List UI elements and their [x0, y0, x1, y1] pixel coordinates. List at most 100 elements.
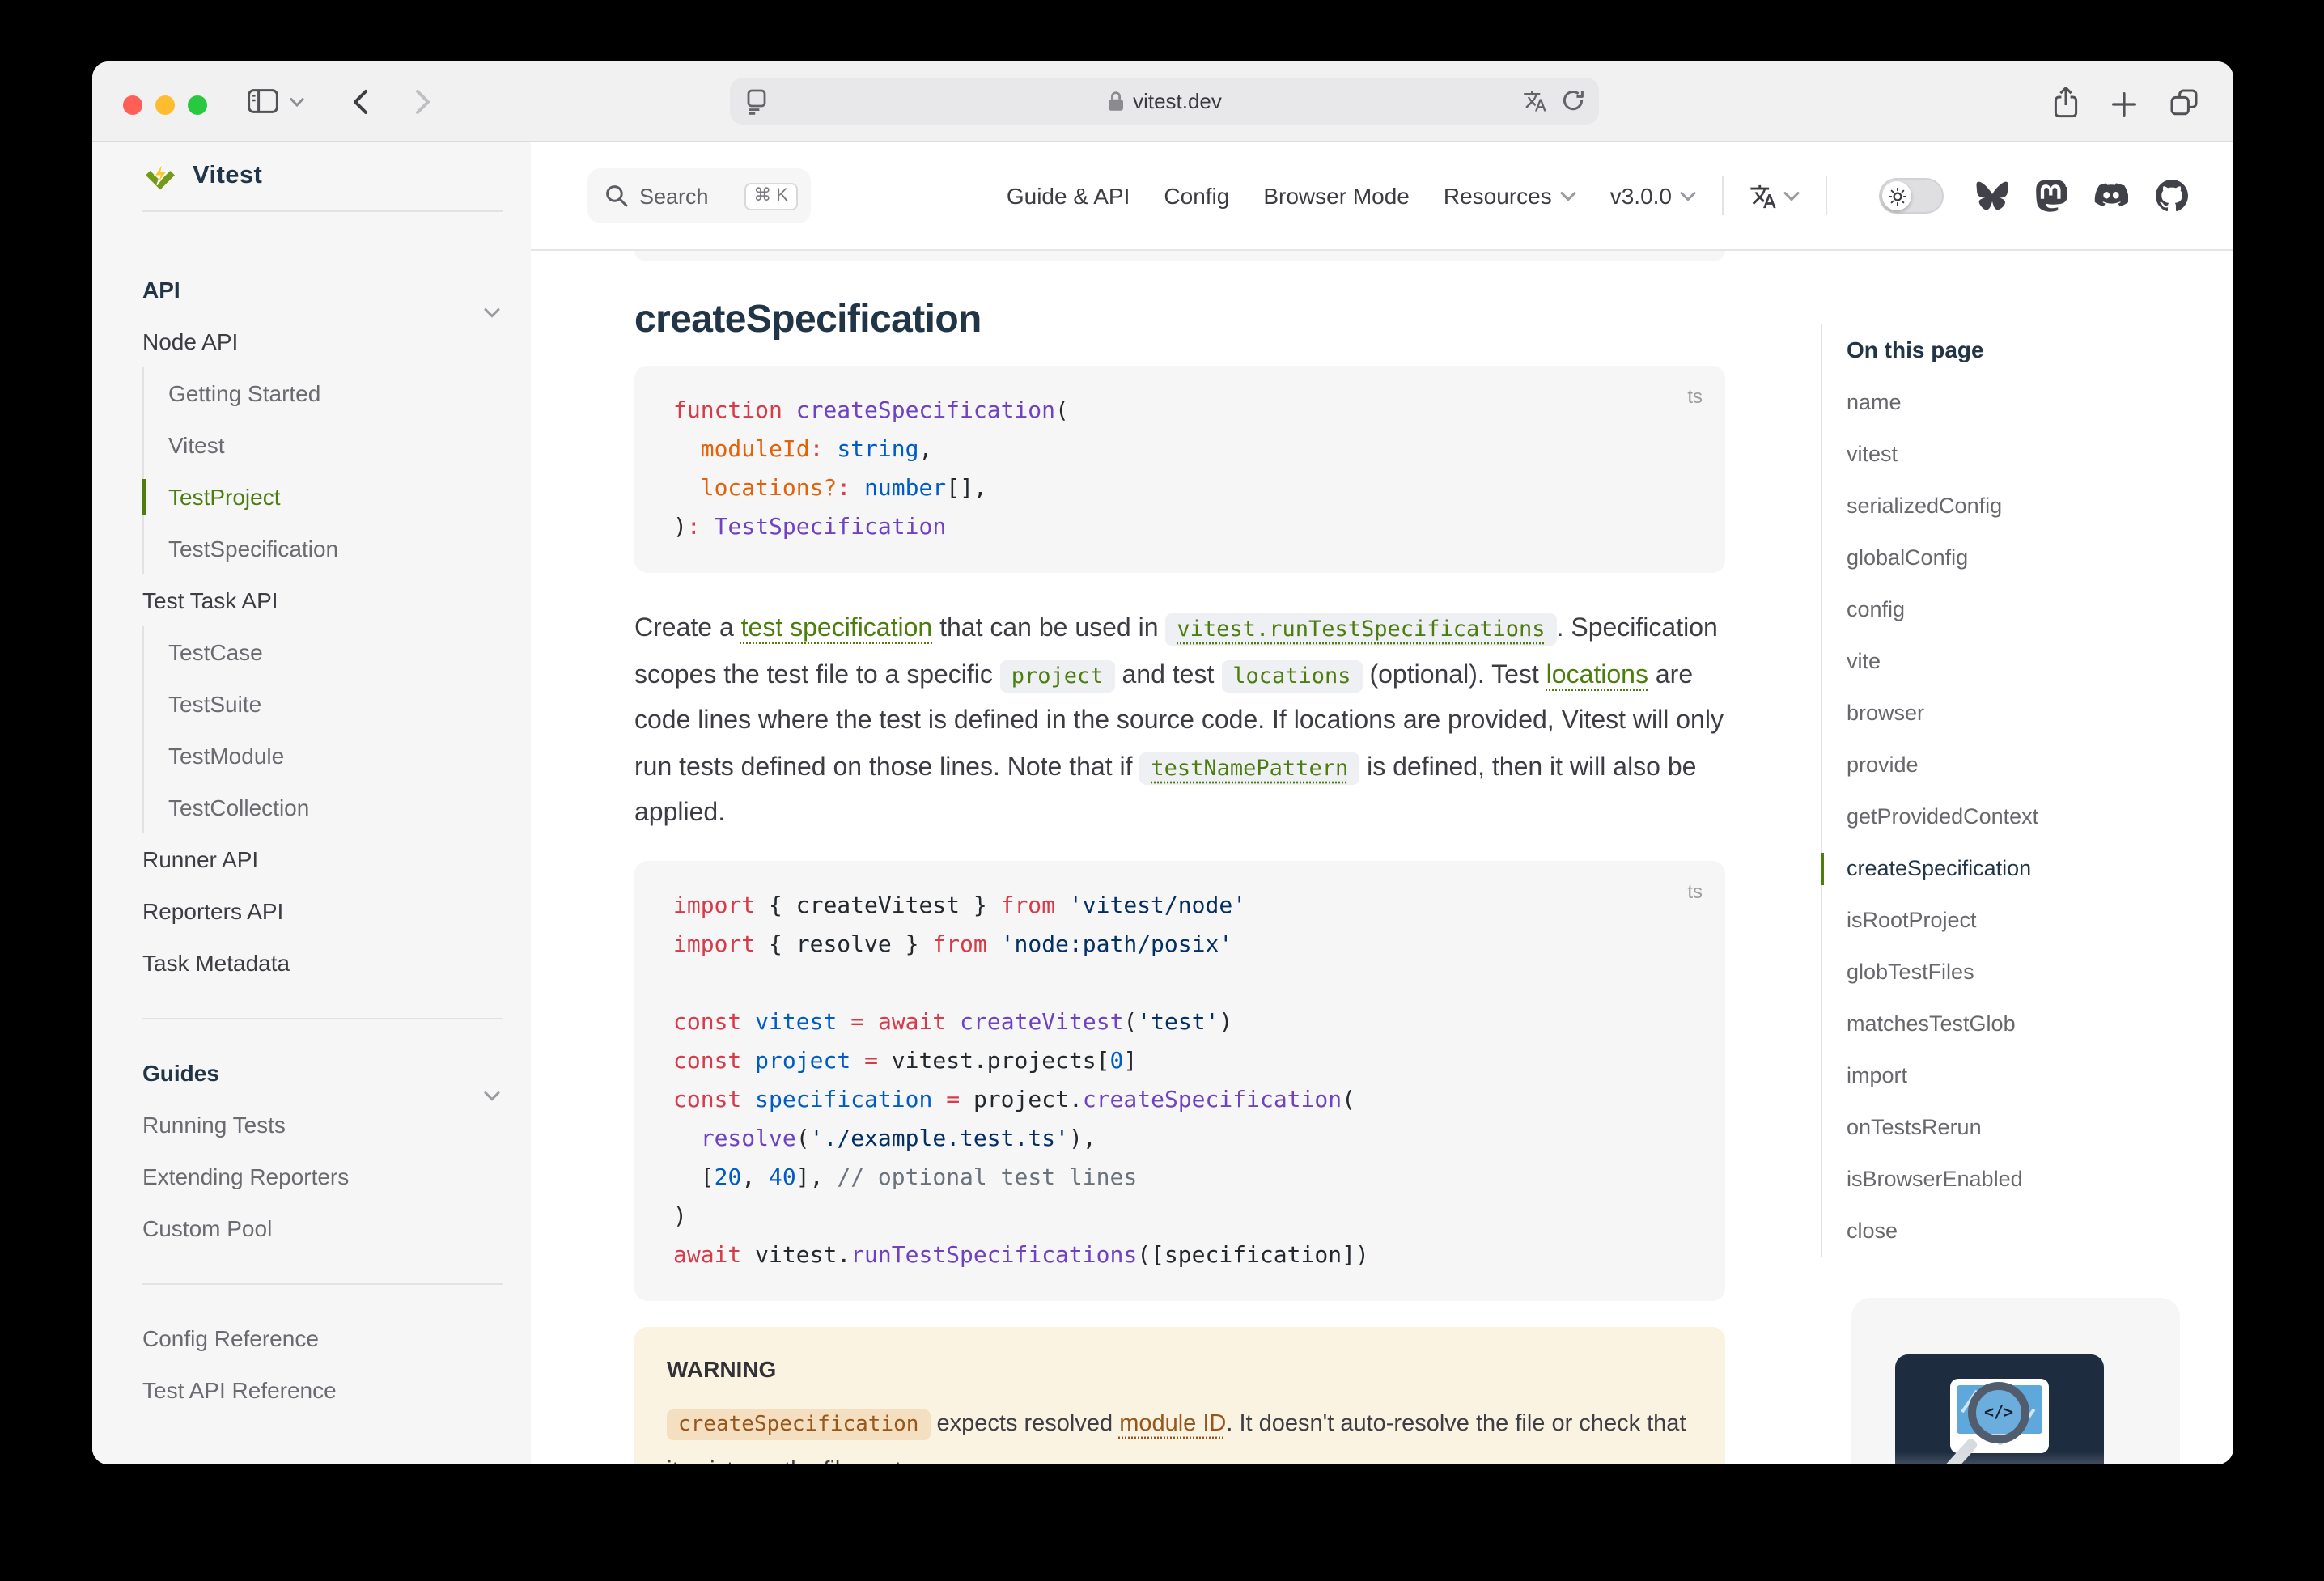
- toc-item-browser[interactable]: browser: [1847, 688, 2201, 740]
- sidebar-section-guides: GuidesRunning TestsExtending ReportersCu…: [142, 1018, 503, 1283]
- sidebar-item-running-tests[interactable]: Running Tests: [142, 1099, 503, 1151]
- mastodon-icon[interactable]: [2036, 180, 2067, 212]
- chevron-down-icon: [1680, 190, 1696, 201]
- bluesky-icon[interactable]: [1976, 181, 2008, 210]
- language-menu-button[interactable]: [1749, 182, 1800, 210]
- toc-item-ontestsrerun[interactable]: onTestsRerun: [1847, 1102, 2201, 1154]
- nav-link-browser-mode[interactable]: Browser Mode: [1263, 183, 1410, 209]
- example-code-block: ts import { createVitest } from 'vitest/…: [634, 861, 1725, 1301]
- toc-item-vite[interactable]: vite: [1847, 636, 2201, 688]
- sidebar-item-reporters-api[interactable]: Reporters API: [142, 885, 503, 937]
- forward-icon[interactable]: [414, 89, 432, 115]
- sidebar-item-config-reference[interactable]: Config Reference: [142, 1312, 503, 1364]
- minimize-window-button[interactable]: [155, 95, 175, 115]
- code-lang-badge: ts: [1687, 377, 1703, 416]
- desktop: vitest.dev: [0, 0, 2324, 1581]
- toc-item-globtestfiles[interactable]: globTestFiles: [1847, 947, 2201, 998]
- toolbar-chevron-down-icon[interactable]: [290, 97, 304, 108]
- toc-item-serializedconfig[interactable]: serializedConfig: [1847, 481, 2201, 532]
- toc-item-matchestestglob[interactable]: matchesTestGlob: [1847, 998, 2201, 1050]
- sidebar-item-getting-started[interactable]: Getting Started: [168, 367, 503, 419]
- theme-toggle[interactable]: [1879, 178, 1944, 214]
- github-icon[interactable]: [2156, 180, 2188, 212]
- language-icon: [1749, 182, 1777, 210]
- sidebar-item-testcase[interactable]: TestCase: [168, 626, 503, 678]
- sidebar-item-node-api[interactable]: Node API: [142, 316, 503, 367]
- nav-link-v3-0-0[interactable]: v3.0.0: [1610, 183, 1696, 209]
- inline-code-link-testnamepattern[interactable]: testNamePattern: [1139, 752, 1359, 785]
- nav-link-config[interactable]: Config: [1164, 183, 1229, 209]
- translate-icon[interactable]: [1523, 89, 1547, 113]
- sidebar-item-testcollection[interactable]: TestCollection: [168, 782, 503, 833]
- sidebar-item-testproject[interactable]: TestProject: [168, 471, 503, 523]
- inline-code-locations[interactable]: locations: [1221, 659, 1362, 692]
- theme-toggle-knob: [1882, 181, 1911, 210]
- chevron-down-icon: [484, 1091, 500, 1102]
- nav-link-resources[interactable]: Resources: [1444, 183, 1576, 209]
- toc-item-config[interactable]: config: [1847, 584, 2201, 636]
- text-run: (optional). Test: [1363, 661, 1546, 689]
- sidebar-item-testmodule[interactable]: TestModule: [168, 730, 503, 782]
- close-window-button[interactable]: [123, 95, 142, 115]
- toc-item-name[interactable]: name: [1847, 377, 2201, 429]
- sidebar-toggle-icon[interactable]: [248, 89, 278, 113]
- inline-link-locations[interactable]: locations: [1546, 661, 1648, 689]
- site-logo[interactable]: Vitest: [142, 142, 503, 212]
- toc-item-isbrowserenabled[interactable]: isBrowserEnabled: [1847, 1154, 2201, 1206]
- inline-code-project[interactable]: project: [1000, 659, 1115, 692]
- nav-link-guide-api[interactable]: Guide & API: [1007, 183, 1130, 209]
- toc-item-isrootproject[interactable]: isRootProject: [1847, 895, 2201, 947]
- new-tab-icon[interactable]: [2112, 92, 2136, 117]
- doc-content: createSpecification ts function createSp…: [634, 251, 1725, 1464]
- site-title: Vitest: [193, 162, 262, 191]
- navbar-divider: [1826, 176, 1827, 215]
- sidebar-item-testsuite[interactable]: TestSuite: [168, 678, 503, 730]
- sidebar-item-test-api-reference[interactable]: Test API Reference: [142, 1364, 503, 1416]
- on-this-page: On this page namevitestserializedConfigg…: [1821, 324, 2201, 1257]
- inline-code-link-vitest-runtestspecifications[interactable]: vitest.runTestSpecifications: [1165, 613, 1556, 646]
- inline-link-test-specification[interactable]: test specification: [741, 615, 933, 642]
- sidebar-item-extending-reporters[interactable]: Extending Reporters: [142, 1151, 503, 1202]
- sidebar-item-runner-api[interactable]: Runner API: [142, 833, 503, 885]
- sponsor-ad[interactable]: </>: [1851, 1298, 2180, 1464]
- share-icon[interactable]: [2052, 86, 2080, 120]
- magnifier-code-icon: </>: [1968, 1382, 2029, 1443]
- sidebar-item-testspecification[interactable]: TestSpecification: [168, 523, 503, 574]
- sidebar-item-vitest[interactable]: Vitest: [168, 419, 503, 471]
- inline-link-module-id[interactable]: module ID: [1119, 1411, 1226, 1437]
- toc-item-vitest[interactable]: vitest: [1847, 429, 2201, 481]
- browser-toolbar: vitest.dev: [92, 61, 2233, 142]
- sidebar-item-task-metadata[interactable]: Task Metadata: [142, 937, 503, 989]
- toc-item-close[interactable]: close: [1847, 1206, 2201, 1257]
- inline-code-createspecification[interactable]: createSpecification: [667, 1409, 930, 1440]
- zoom-window-button[interactable]: [188, 95, 207, 115]
- reload-icon[interactable]: [1562, 89, 1584, 112]
- toc-item-globalconfig[interactable]: globalConfig: [1847, 532, 2201, 584]
- toc-item-createspecification[interactable]: createSpecification: [1847, 843, 2201, 895]
- description-paragraph: Create a test specification that can be …: [634, 607, 1725, 838]
- sidebar-section-title-guides[interactable]: Guides: [142, 1047, 503, 1099]
- address-bar[interactable]: vitest.dev: [730, 78, 1599, 125]
- toc-item-getprovidedcontext[interactable]: getProvidedContext: [1847, 791, 2201, 843]
- text-run: Create a: [634, 615, 741, 642]
- search-icon: [605, 184, 628, 207]
- page: Vitest APINode APIGetting StartedVitestT…: [92, 142, 2233, 1464]
- sidebar-group-items: Getting StartedVitestTestProjectTestSpec…: [142, 367, 503, 574]
- sidebar-section-title-api[interactable]: API: [142, 264, 503, 316]
- discord-icon[interactable]: [2094, 182, 2128, 210]
- sidebar: Vitest APINode APIGetting StartedVitestT…: [92, 142, 531, 1464]
- search-input[interactable]: Search ⌘ K: [587, 168, 811, 223]
- back-icon[interactable]: [351, 89, 369, 115]
- sun-icon: [1888, 187, 1906, 205]
- toc-item-import[interactable]: import: [1847, 1050, 2201, 1102]
- search-placeholder: Search: [639, 184, 709, 208]
- signature-code-block: ts function createSpecification( moduleI…: [634, 366, 1725, 573]
- navbar-right: Guide & API Config Browser Mode Resources v3…: [1007, 142, 2233, 249]
- code-lang-badge: ts: [1687, 872, 1703, 911]
- toc-item-provide[interactable]: provide: [1847, 740, 2201, 791]
- sidebar-item-custom-pool[interactable]: Custom Pool: [142, 1202, 503, 1254]
- tab-overview-icon[interactable]: [2170, 89, 2198, 117]
- sidebar-section-api: APINode APIGetting StartedVitestTestProj…: [142, 212, 503, 1018]
- page-settings-icon[interactable]: [746, 89, 767, 115]
- sidebar-item-test-task-api[interactable]: Test Task API: [142, 574, 503, 626]
